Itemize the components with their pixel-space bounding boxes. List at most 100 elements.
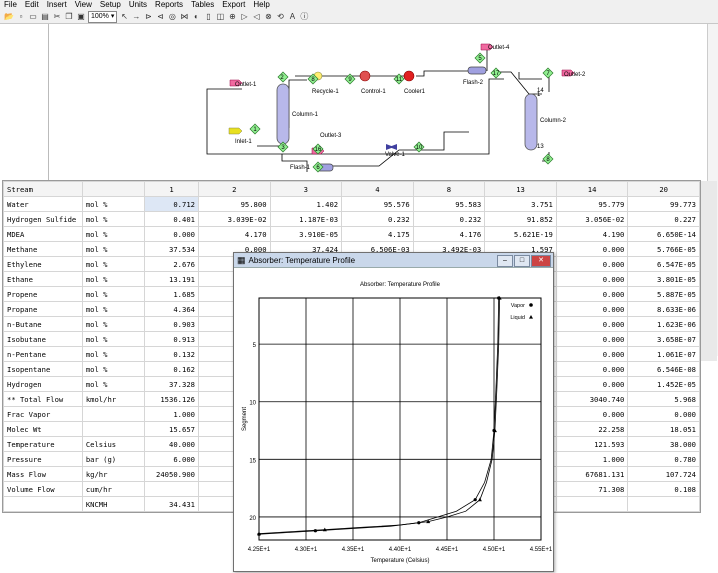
valve-icon[interactable]: ⋈: [179, 12, 189, 22]
value-cell[interactable]: 67681.131: [555, 466, 629, 482]
row-unit-cell[interactable]: mol %: [81, 376, 146, 392]
menu-help[interactable]: Help: [249, 0, 273, 10]
value-cell[interactable]: 0.162: [144, 361, 199, 377]
col-header-3[interactable]: 3: [269, 181, 343, 197]
save-icon[interactable]: ▫: [16, 12, 26, 22]
col-header-20[interactable]: 20: [627, 181, 700, 197]
flowsheet-canvas[interactable]: 2 8 9 11 3 5 17 1 7 16 6 10 8 1 13 14 Ou…: [48, 24, 718, 180]
row-name-cell[interactable]: Volume Flow: [3, 481, 83, 497]
row-unit-cell[interactable]: cum/hr: [81, 481, 146, 497]
row-name-cell[interactable]: Hydrogen: [3, 376, 83, 392]
row-name-cell[interactable]: [3, 496, 83, 512]
value-cell[interactable]: 1.000: [555, 451, 629, 467]
value-cell[interactable]: 0.000: [555, 346, 629, 362]
row-name-cell[interactable]: Frac Vapor: [3, 406, 83, 422]
value-cell[interactable]: 121.593: [555, 436, 629, 452]
value-cell[interactable]: 3.801E-05: [627, 271, 700, 287]
value-cell[interactable]: 71.308: [555, 481, 629, 497]
row-name-cell[interactable]: Mass Flow: [3, 466, 83, 482]
temperature-profile-window[interactable]: ▦ Absorber: Temperature Profile – □ ✕ Ab…: [233, 252, 554, 572]
row-unit-cell[interactable]: mol %: [81, 316, 146, 332]
value-cell[interactable]: 95.800: [197, 196, 271, 212]
table-row[interactable]: Water mol % 0.712 95.800 1.402 95.576 95.583 3.…: [3, 196, 700, 212]
text-icon[interactable]: A: [287, 12, 297, 22]
value-cell[interactable]: 95.576: [341, 196, 414, 212]
value-cell[interactable]: 0.401: [144, 211, 199, 227]
row-unit-cell[interactable]: kmol/hr: [81, 391, 146, 407]
value-cell[interactable]: 0.227: [627, 211, 700, 227]
row-unit-cell[interactable]: mol %: [81, 211, 146, 227]
value-cell[interactable]: 37.328: [144, 376, 199, 392]
value-cell[interactable]: 1.452E-05: [627, 376, 700, 392]
value-cell[interactable]: 6.546E-08: [627, 361, 700, 377]
row-name-cell[interactable]: MDEA: [3, 226, 83, 242]
menu-units[interactable]: Units: [125, 0, 151, 10]
paste-icon[interactable]: ▣: [76, 12, 86, 22]
row-name-cell[interactable]: Hydrogen Sulfide: [3, 211, 83, 227]
row-unit-cell[interactable]: bar (g): [81, 451, 146, 467]
value-cell[interactable]: [627, 496, 700, 512]
value-cell[interactable]: 5.766E-05: [627, 241, 700, 257]
value-cell[interactable]: 3.910E-05: [269, 226, 343, 242]
minimize-icon[interactable]: –: [497, 255, 513, 267]
value-cell[interactable]: 24050.900: [144, 466, 199, 482]
close-icon[interactable]: ✕: [531, 255, 551, 267]
value-cell[interactable]: 22.258: [555, 421, 629, 437]
stream-icon[interactable]: →: [131, 12, 141, 22]
row-name-cell[interactable]: Temperature: [3, 436, 83, 452]
pointer-icon[interactable]: ↖: [119, 12, 129, 22]
value-cell[interactable]: 4.175: [341, 226, 414, 242]
open-folder-icon[interactable]: 📂: [4, 12, 14, 22]
col-header-14[interactable]: 14: [555, 181, 629, 197]
row-name-cell[interactable]: Molec Wt: [3, 421, 83, 437]
row-unit-cell[interactable]: [81, 406, 146, 422]
value-cell[interactable]: 3040.740: [555, 391, 629, 407]
menu-tables[interactable]: Tables: [187, 0, 218, 10]
row-unit-cell[interactable]: [81, 421, 146, 437]
value-cell[interactable]: 0.000: [555, 241, 629, 257]
row-unit-cell[interactable]: mol %: [81, 286, 146, 302]
value-cell[interactable]: 0.000: [144, 226, 199, 242]
value-cell[interactable]: 5.968: [627, 391, 700, 407]
value-cell[interactable]: 0.000: [555, 331, 629, 347]
value-cell[interactable]: 0.903: [144, 316, 199, 332]
mixer-icon[interactable]: ⊳: [143, 12, 153, 22]
value-cell[interactable]: 0.780: [627, 451, 700, 467]
row-unit-cell[interactable]: KNCMH: [81, 496, 146, 512]
value-cell[interactable]: 5.621E-19: [484, 226, 557, 242]
row-unit-cell[interactable]: Celsius: [81, 436, 146, 452]
compressor-icon[interactable]: ▷: [239, 12, 249, 22]
splitter-icon[interactable]: ⊲: [155, 12, 165, 22]
value-cell[interactable]: 91.852: [484, 211, 557, 227]
value-cell[interactable]: 4.170: [197, 226, 271, 242]
value-cell[interactable]: 2.676: [144, 256, 199, 272]
row-name-cell[interactable]: Propene: [3, 286, 83, 302]
row-name-cell[interactable]: n-Pentane: [3, 346, 83, 362]
value-cell[interactable]: 1536.126: [144, 391, 199, 407]
value-cell[interactable]: 38.000: [627, 436, 700, 452]
info-icon[interactable]: ⓘ: [299, 12, 309, 22]
col-header-unit[interactable]: [81, 181, 146, 197]
col-header-1[interactable]: 1: [144, 181, 199, 197]
pump-icon[interactable]: ◎: [167, 12, 177, 22]
col-header-2[interactable]: 2: [197, 181, 271, 197]
value-cell[interactable]: 0.000: [555, 361, 629, 377]
value-cell[interactable]: 8.633E-06: [627, 301, 700, 317]
row-name-cell[interactable]: Methane: [3, 241, 83, 257]
value-cell[interactable]: 4.176: [412, 226, 486, 242]
menu-file[interactable]: File: [0, 0, 21, 10]
heat-exchanger-icon[interactable]: ◐: [191, 12, 201, 22]
value-cell[interactable]: 3.658E-07: [627, 331, 700, 347]
value-cell[interactable]: 0.132: [144, 346, 199, 362]
row-name-cell[interactable]: Ethane: [3, 271, 83, 287]
row-name-cell[interactable]: Ethylene: [3, 256, 83, 272]
value-cell[interactable]: [144, 481, 199, 497]
row-unit-cell[interactable]: mol %: [81, 256, 146, 272]
value-cell[interactable]: 95.779: [555, 196, 629, 212]
row-name-cell[interactable]: Isopentane: [3, 361, 83, 377]
expander-icon[interactable]: ◁: [251, 12, 261, 22]
table-row[interactable]: MDEA mol % 0.000 4.170 3.910E-05 4.175 4.176 5.…: [3, 226, 700, 242]
menu-setup[interactable]: Setup: [96, 0, 125, 10]
col-header-8[interactable]: 8: [412, 181, 486, 197]
menu-edit[interactable]: Edit: [21, 0, 43, 10]
